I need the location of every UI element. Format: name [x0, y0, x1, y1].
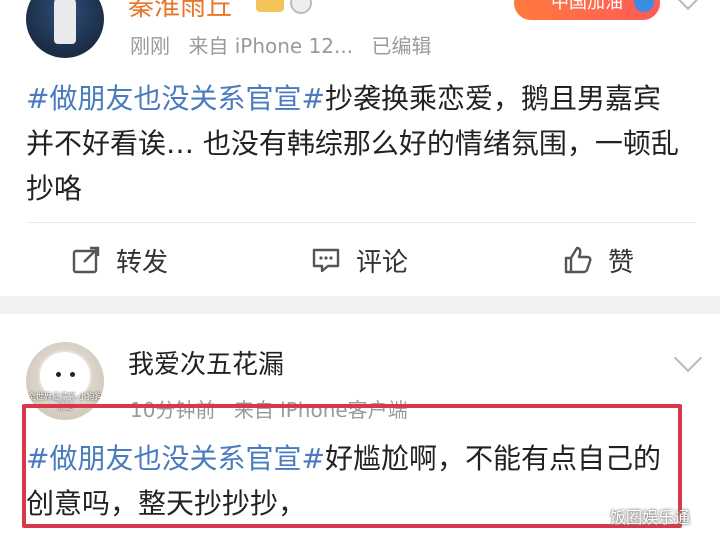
avatar-caption: 全世界最漂亮 小狗狗就是	[27, 392, 103, 411]
dog-eye	[70, 372, 75, 377]
globe-icon	[634, 0, 654, 12]
post-source: 来自 iPhone客户端	[233, 398, 408, 422]
repost-label: 转发	[116, 247, 169, 278]
watermark: 饭圈娱乐通	[610, 508, 691, 527]
feed-separator	[0, 296, 720, 314]
post-source: 来自 iPhone 12...	[188, 34, 354, 58]
like-label: 赞	[608, 247, 635, 278]
chevron-down-icon[interactable]	[673, 0, 703, 11]
comment-icon	[312, 248, 340, 273]
hashtag-link[interactable]: #做朋友也没关系官宣#	[26, 82, 325, 115]
hashtag-link[interactable]: #做朋友也没关系官宣#	[26, 442, 325, 475]
badge-label: 中国加油	[551, 0, 623, 13]
thumbs-up-icon	[564, 246, 592, 274]
campaign-badge[interactable]: 中国加油	[514, 0, 660, 20]
avatar-figure	[54, 0, 76, 44]
post-time: 刚刚	[130, 34, 170, 58]
post-body: #做朋友也没关系官宣#好尴尬啊，不能有点自己的创意吗，整天抄抄抄，	[26, 436, 686, 526]
vip-icon	[256, 0, 284, 12]
username[interactable]: 我爱次五花漏	[128, 344, 284, 381]
like-button[interactable]: 赞	[562, 240, 634, 280]
post-card-1: 秦淮雨丘 中国加油 刚刚 来自 iPhone 12... 已编辑 #做朋友也没关…	[0, 0, 720, 296]
level-icon	[290, 0, 312, 14]
post-time: 10分钟前	[130, 398, 216, 422]
divider	[26, 222, 696, 223]
edited-label: 已编辑	[371, 34, 432, 58]
dog-eye	[56, 372, 61, 377]
avatar[interactable]: 全世界最漂亮 小狗狗就是	[26, 342, 104, 420]
post-meta: 刚刚 来自 iPhone 12... 已编辑	[130, 30, 443, 59]
username[interactable]: 秦淮雨丘	[128, 0, 232, 23]
avatar[interactable]	[26, 0, 104, 58]
repost-icon	[72, 246, 100, 274]
comment-label: 评论	[356, 247, 409, 278]
repost-button[interactable]: 转发	[70, 240, 168, 280]
comment-button[interactable]: 评论	[310, 240, 408, 280]
post-body: #做朋友也没关系官宣#抄袭换乘恋爱，鹅且男嘉宾并不好看诶… 也没有韩综那么好的情…	[26, 76, 686, 211]
post-meta: 10分钟前 来自 iPhone客户端	[130, 394, 420, 423]
chevron-down-icon[interactable]	[673, 343, 703, 373]
